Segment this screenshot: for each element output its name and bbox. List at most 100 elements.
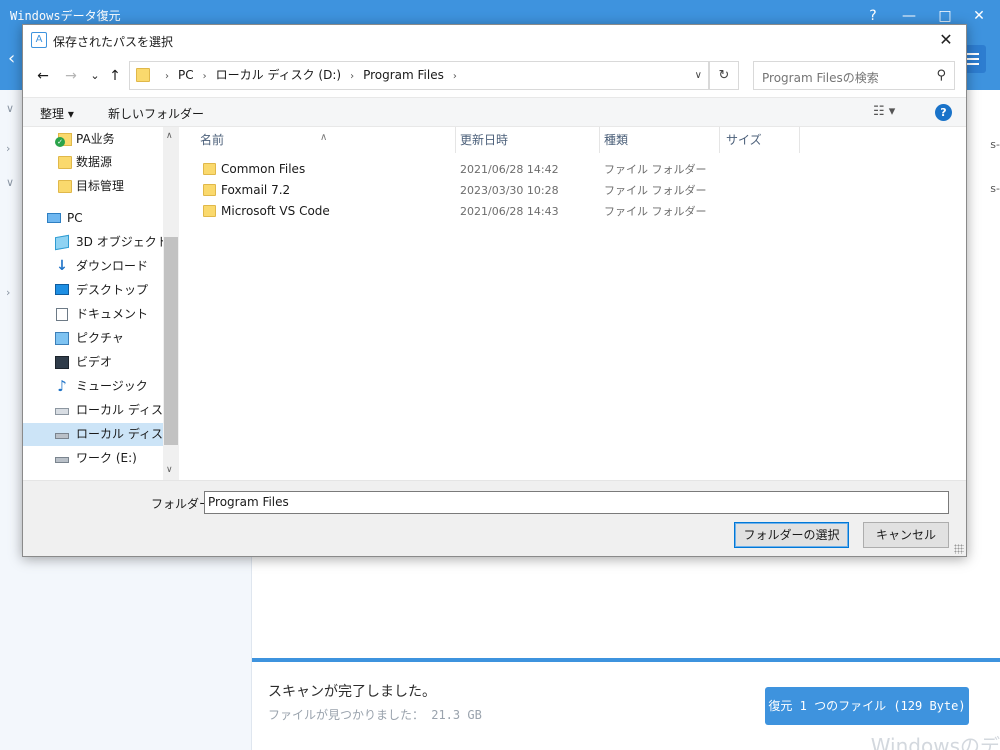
scroll-down-icon[interactable]: ∨	[166, 465, 173, 475]
chevron-icon: ›	[6, 142, 11, 155]
address-bar[interactable]: › PC › ローカル ディスク (D:) › Program Files › ∨	[129, 61, 709, 90]
folder-icon	[136, 68, 150, 82]
breadcrumb-pc[interactable]: PC	[178, 62, 194, 89]
cancel-button[interactable]: キャンセル	[863, 522, 949, 548]
breadcrumb-drive-d[interactable]: ローカル ディスク (D:)	[216, 62, 341, 89]
search-input[interactable]: Program Filesの検索	[762, 69, 879, 86]
scan-status-text: スキャンが完了しました。	[268, 684, 436, 700]
watermark: Windowsのデ	[870, 734, 1000, 750]
new-folder-button[interactable]: 新しいフォルダー	[108, 105, 204, 122]
recent-locations-icon[interactable]: ⌄	[85, 66, 105, 86]
table-row[interactable]: Microsoft VS Code 2021/06/28 14:43 ファイル …	[180, 201, 966, 222]
3d-objects-icon	[55, 234, 69, 251]
view-options-icon[interactable]: ☷ ▾	[873, 104, 895, 119]
truncated-text: s-	[990, 138, 1000, 151]
help-icon[interactable]: ?	[935, 104, 952, 121]
table-row[interactable]: Foxmail 7.2 2023/03/30 10:28 ファイル フォルダー	[180, 180, 966, 201]
sidebar-item-desktop[interactable]: デスクトップ	[23, 279, 179, 302]
column-header-name[interactable]: 名前 ∧	[180, 127, 456, 153]
folder-name-field[interactable]: Program Files	[204, 491, 949, 514]
breadcrumb: › PC › ローカル ディスク (D:) › Program Files ›	[156, 62, 466, 89]
column-header-type[interactable]: 種類	[600, 127, 720, 153]
truncated-text: s-	[990, 182, 1000, 195]
sidebar-item-pa[interactable]: ✓ PA业务	[23, 128, 179, 151]
folder-icon	[203, 163, 216, 175]
dialog-title: 保存されたパスを選択	[53, 35, 174, 49]
sidebar-item-drive-e[interactable]: ワーク (E:)	[23, 447, 179, 470]
organize-menu-button[interactable]: 整理 ▾	[40, 105, 74, 122]
sidebar-item-drive-d[interactable]: ローカル ディスク (D	[23, 423, 179, 446]
navigation-bar: ← → ⌄ ↑ › PC › ローカル ディスク (D:) › Program Files…	[23, 55, 966, 97]
restore-button[interactable]: 復元 1 つのファイル (129 Byte)	[765, 687, 969, 725]
sidebar-item-label: ピクチャ	[76, 331, 124, 345]
drive-c-icon	[55, 408, 69, 415]
sidebar-item-target[interactable]: 目标管理	[23, 175, 179, 198]
sidebar-item-datasource[interactable]: 数据源	[23, 151, 179, 174]
column-size-label: サイズ	[726, 133, 762, 147]
dialog-footer: フォルダー: Program Files フォルダーの選択 キャンセル	[23, 480, 966, 556]
scrollbar-thumb[interactable]	[164, 237, 178, 445]
app-logo-icon: A	[31, 32, 47, 48]
chevron-down-icon[interactable]: ∨	[6, 176, 14, 189]
chevron-down-icon[interactable]: ∨	[6, 102, 14, 115]
up-arrow-icon[interactable]: ↑	[105, 66, 125, 86]
address-dropdown-icon[interactable]: ∨	[695, 62, 702, 89]
breadcrumb-separator-icon[interactable]: ›	[350, 63, 354, 90]
sidebar-item-label: 3D オブジェクト	[76, 235, 169, 249]
search-box[interactable]: Program Filesの検索 ⚲	[753, 61, 955, 90]
breadcrumb-separator-icon[interactable]: ›	[453, 63, 457, 90]
folder-icon	[58, 156, 72, 169]
file-type: ファイル フォルダー	[604, 163, 707, 176]
file-name: Microsoft VS Code	[221, 204, 330, 218]
column-name-label: 名前	[200, 133, 225, 147]
app-title: Windowsデータ復元	[10, 9, 121, 23]
sidebar-item-label: ビデオ	[76, 355, 113, 369]
pa-folder-icon: ✓	[55, 133, 72, 147]
drive-d-icon	[55, 433, 69, 439]
refresh-icon[interactable]: ↻	[709, 61, 739, 90]
download-icon: ↓	[56, 258, 68, 274]
column-type-label: 種類	[604, 133, 629, 147]
file-list: 名前 ∧ 更新日時 種類 サイズ Common Files 2021/06/28…	[180, 127, 966, 480]
dialog-close-icon[interactable]: ✕	[932, 28, 960, 52]
sidebar-item-pictures[interactable]: ピクチャ	[23, 327, 179, 350]
sidebar-item-3d[interactable]: 3D オブジェクト	[23, 231, 179, 254]
file-name: Foxmail 7.2	[221, 183, 291, 197]
column-header-modified[interactable]: 更新日時	[456, 127, 600, 153]
sidebar-item-label: 数据源	[76, 155, 113, 169]
navigation-scrollbar[interactable]: ∧ ∨	[163, 127, 179, 480]
folder-icon	[203, 205, 216, 217]
back-arrow-icon[interactable]: ‹	[8, 48, 22, 70]
desktop-icon	[55, 284, 69, 295]
select-folder-button[interactable]: フォルダーの選択	[734, 522, 849, 548]
sidebar-item-label: ダウンロード	[76, 259, 149, 273]
command-toolbar: 整理 ▾ 新しいフォルダー ☷ ▾ ?	[23, 97, 966, 127]
sidebar-item-videos[interactable]: ビデオ	[23, 351, 179, 374]
sidebar-item-label: デスクトップ	[76, 283, 149, 297]
breadcrumb-separator-icon[interactable]: ›	[203, 63, 207, 90]
document-icon	[56, 308, 68, 321]
sidebar-item-documents[interactable]: ドキュメント	[23, 303, 179, 326]
sort-ascending-icon: ∧	[320, 132, 328, 143]
found-size-text: ファイルが見つかりました： 21.3 GB	[268, 708, 482, 722]
folder-select-dialog: A 保存されたパスを選択 ✕ ← → ⌄ ↑ › PC › ローカル ディスク (D:…	[22, 24, 967, 557]
sidebar-item-downloads[interactable]: ↓ ダウンロード	[23, 255, 179, 278]
forward-arrow-icon[interactable]: →	[61, 66, 81, 86]
column-modified-label: 更新日時	[460, 133, 509, 147]
folder-icon	[203, 184, 216, 196]
file-modified: 2021/06/28 14:42	[460, 163, 559, 176]
column-header-size[interactable]: サイズ	[720, 127, 800, 153]
sidebar-item-label: PA业务	[76, 132, 115, 146]
scroll-up-icon[interactable]: ∧	[166, 131, 173, 141]
sidebar-item-label: ドキュメント	[76, 307, 149, 321]
table-row[interactable]: Common Files 2021/06/28 14:42 ファイル フォルダー	[180, 159, 966, 180]
drive-e-icon	[55, 457, 69, 463]
breadcrumb-program-files[interactable]: Program Files	[363, 62, 444, 89]
sidebar-item-pc[interactable]: PC	[23, 207, 179, 230]
sidebar-item-drive-c[interactable]: ローカル ディスク (C	[23, 399, 179, 422]
back-arrow-icon[interactable]: ←	[33, 66, 53, 86]
sidebar-item-music[interactable]: ♪ ミュージック	[23, 375, 179, 398]
resize-grip-icon[interactable]	[954, 544, 964, 554]
close-icon[interactable]: ✕	[968, 5, 990, 27]
sidebar-item-label: ワーク (E:)	[76, 451, 137, 465]
